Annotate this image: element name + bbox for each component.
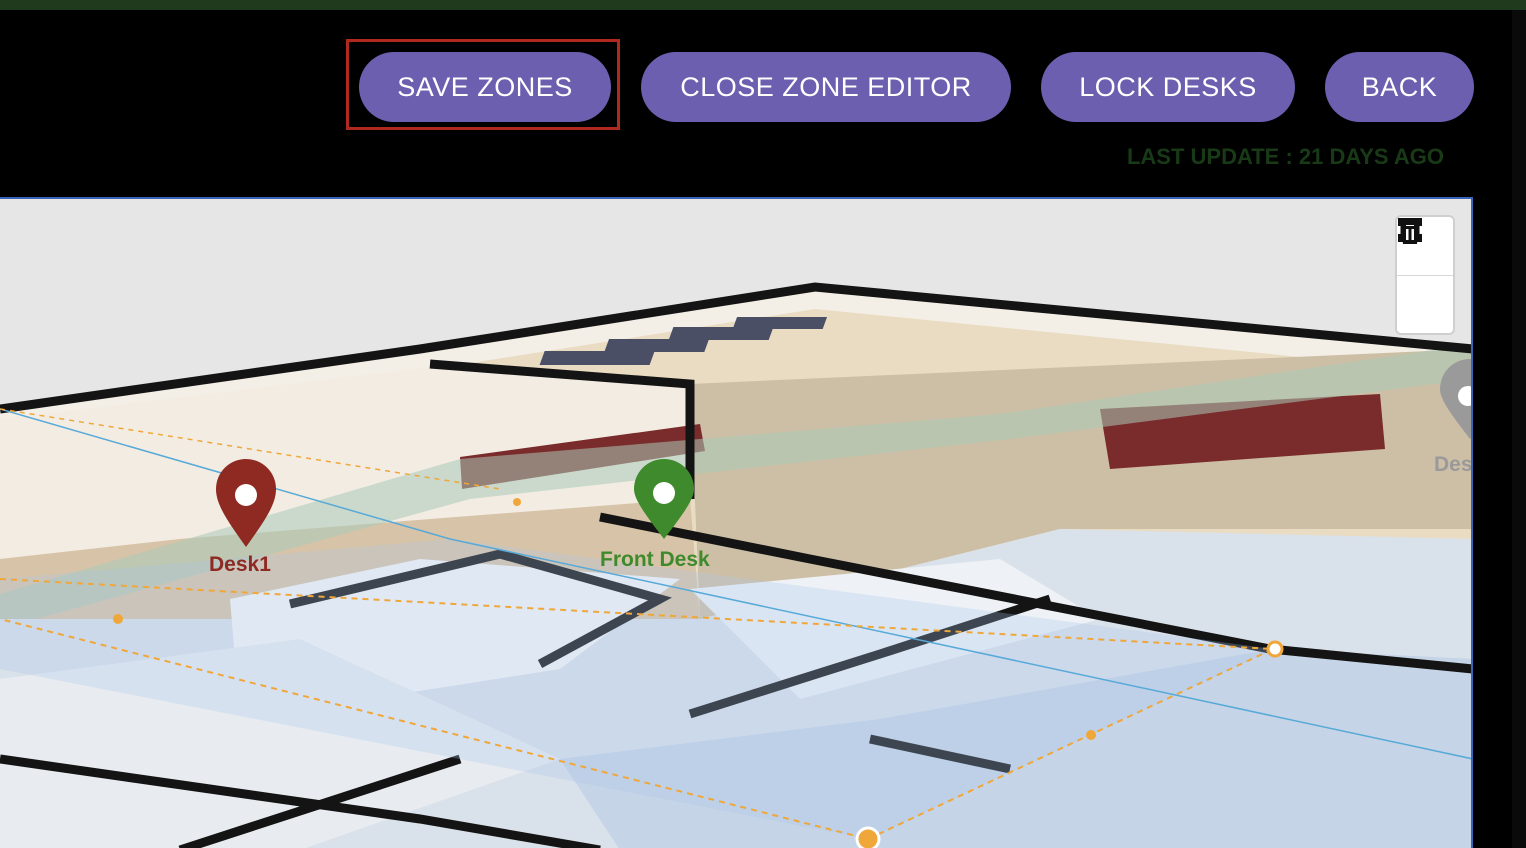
close-zone-editor-button[interactable]: CLOSE ZONE EDITOR (641, 52, 1011, 122)
marker-label: Des (1434, 453, 1473, 476)
last-update-status: LAST UPDATE : 21 DAYS AGO (1126, 144, 1444, 169)
floor-plan-image (0, 282, 1471, 848)
marker-label: Front Desk (600, 548, 710, 571)
floor-plan-map[interactable]: Desk1 Front Desk Des (0, 197, 1473, 848)
trash-icon[interactable] (1397, 218, 1453, 334)
lock-desks-button[interactable]: LOCK DESKS (1041, 52, 1295, 122)
top-strip (0, 0, 1526, 10)
back-button[interactable]: BACK (1325, 52, 1474, 122)
marker-label: Desk1 (209, 553, 271, 576)
save-zones-highlight (346, 39, 620, 130)
right-strip (1512, 10, 1526, 848)
map-draw-controls (1395, 215, 1455, 335)
